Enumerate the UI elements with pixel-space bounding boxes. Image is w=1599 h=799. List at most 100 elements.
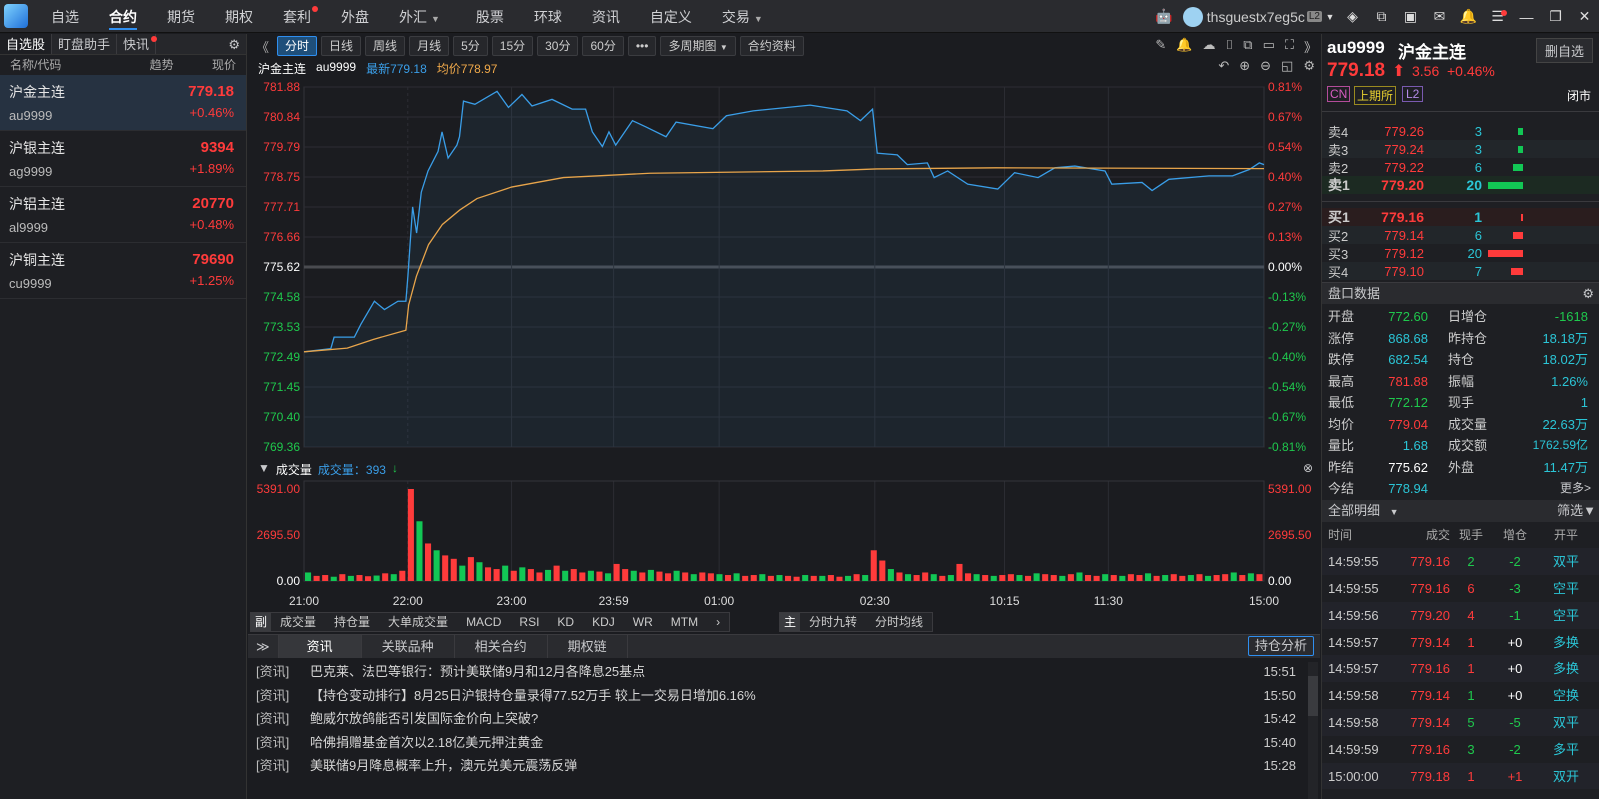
- collapse-left-icon[interactable]: 《: [256, 37, 269, 56]
- news-item[interactable]: [资讯] 美联储9月降息概率上升，澳元兑美元震荡反弹 15:28: [256, 754, 1296, 777]
- ind-large-volume[interactable]: 大单成交量: [379, 613, 457, 631]
- more-periods-button[interactable]: •••: [627, 36, 657, 56]
- nav-futures[interactable]: 期货: [152, 0, 210, 33]
- ind-mtm[interactable]: MTM: [662, 613, 707, 631]
- period-intraday[interactable]: 分时: [277, 36, 318, 56]
- news-title[interactable]: 巴克莱、法巴等银行：预计美联储9月和12月各降息25基点: [310, 660, 1263, 683]
- undo-icon[interactable]: ↶: [1218, 58, 1229, 74]
- ind-macd[interactable]: MACD: [457, 613, 510, 631]
- nav-stocks[interactable]: 股票: [461, 0, 519, 33]
- mail-icon[interactable]: ✉: [1425, 8, 1454, 25]
- position-analysis-button[interactable]: 持仓分析: [1247, 636, 1314, 656]
- nav-forex[interactable]: 外汇 ▼: [384, 0, 455, 33]
- expand-right-icon[interactable]: 》: [1304, 37, 1317, 56]
- nav-global[interactable]: 环球: [519, 0, 577, 33]
- username[interactable]: thsguestx7eg5c: [1205, 9, 1307, 25]
- ind-avg-line[interactable]: 分时均线: [866, 613, 932, 631]
- fullscreen-icon[interactable]: ⛶: [1285, 37, 1294, 56]
- tv-icon[interactable]: ▣: [1396, 8, 1425, 25]
- contract-info-button[interactable]: 合约资料: [739, 36, 804, 56]
- period-daily[interactable]: 日线: [321, 36, 362, 56]
- ind-open-interest[interactable]: 持仓量: [325, 613, 379, 631]
- popout-icon[interactable]: ⧉: [1367, 8, 1396, 25]
- col-price[interactable]: 现价: [212, 55, 236, 75]
- minimize-icon[interactable]: —: [1512, 9, 1541, 25]
- filter-button[interactable]: 筛选▼: [1557, 500, 1596, 522]
- close-icon[interactable]: ✕: [1570, 8, 1599, 25]
- close-pane-icon[interactable]: ⊗: [1303, 461, 1313, 475]
- copy-icon[interactable]: ⧉: [1243, 37, 1252, 56]
- user-avatar[interactable]: [1181, 6, 1205, 27]
- list-item[interactable]: 沪银主连 ag9999 9394 +1.89%: [0, 131, 246, 187]
- volume-bar: [1007, 574, 1014, 581]
- chevron-down-icon[interactable]: ▼: [1390, 507, 1399, 517]
- collapse-icon[interactable]: ≫: [248, 635, 279, 658]
- ind-kdj[interactable]: KDJ: [583, 613, 624, 631]
- draw-icon[interactable]: ✎: [1155, 37, 1166, 56]
- news-item[interactable]: [资讯] 【持仓变动排行】8月25日沪银持仓量录得77.52万手 较上一交易日增加…: [256, 684, 1296, 707]
- collapse-volume-icon[interactable]: ▼: [258, 461, 270, 478]
- nav-contracts[interactable]: 合约: [94, 0, 152, 33]
- news-title[interactable]: 【持仓变动排行】8月25日沪银持仓量录得77.52万手 较上一交易日增加6.16…: [310, 684, 1263, 707]
- news-item[interactable]: [资讯] 鲍威尔放鸽能否引发国际金价向上突破? 15:42: [256, 707, 1296, 730]
- stats-settings-icon[interactable]: ⚙: [1582, 283, 1594, 304]
- nav-news[interactable]: 资讯: [577, 0, 635, 33]
- period-60min[interactable]: 60分: [582, 36, 624, 56]
- intraday-chart[interactable]: 781.88 0.81% 780.84 0.67% 779.79 0.54% 778.75 0…: [248, 78, 1320, 610]
- news-title[interactable]: 美联储9月降息概率上升，澳元兑美元震荡反弹: [310, 754, 1263, 777]
- ind-volume[interactable]: 成交量: [271, 613, 325, 631]
- period-30min[interactable]: 30分: [537, 36, 579, 56]
- nav-watchlist[interactable]: 自选: [36, 0, 94, 33]
- nav-custom[interactable]: 自定义: [635, 0, 707, 33]
- zoom-in-icon[interactable]: ⊕: [1239, 58, 1250, 74]
- tab-flash[interactable]: 快讯: [117, 34, 158, 54]
- chart-settings-icon[interactable]: ⚙: [1303, 58, 1315, 74]
- cloud-icon[interactable]: ☁: [1202, 37, 1215, 56]
- multi-period-dropdown[interactable]: 多周期图 ▼: [660, 36, 736, 56]
- tab-option-chain[interactable]: 期权链: [548, 635, 628, 658]
- period-5min[interactable]: 5分: [453, 36, 488, 56]
- more-link[interactable]: 更多>: [1560, 478, 1591, 500]
- tab-watchlist[interactable]: 自选股: [0, 34, 53, 54]
- settings-icon[interactable]: ⚙: [222, 34, 246, 54]
- list-item[interactable]: 沪金主连 au9999 779.18 +0.46%: [0, 75, 246, 131]
- news-title[interactable]: 鲍威尔放鸽能否引发国际金价向上突破?: [310, 707, 1263, 730]
- period-monthly[interactable]: 月线: [409, 36, 450, 56]
- layers-icon[interactable]: ◈: [1338, 8, 1367, 25]
- news-item[interactable]: [资讯] 巴克莱、法巴等银行：预计美联储9月和12月各降息25基点 15:51: [256, 660, 1296, 683]
- nav-foreign-market[interactable]: 外盘: [326, 0, 384, 33]
- col-name-code[interactable]: 名称/代码: [10, 55, 61, 75]
- news-title[interactable]: 哈佛捐赠基金首次以2.18亿美元押注黄金: [310, 731, 1263, 754]
- zoom-out-icon[interactable]: ⊖: [1260, 58, 1271, 74]
- chevron-down-icon[interactable]: ▼: [1322, 12, 1338, 22]
- nav-options[interactable]: 期权: [210, 0, 268, 33]
- remove-watchlist-button[interactable]: 删自选: [1535, 38, 1593, 63]
- camera-icon[interactable]: ⌷: [1225, 37, 1233, 56]
- list-item[interactable]: 沪铝主连 al9999 20770 +0.48%: [0, 187, 246, 243]
- tab-related-contracts[interactable]: 相关合约: [455, 635, 548, 658]
- tab-news[interactable]: 资讯: [278, 635, 362, 658]
- ticks-title[interactable]: 全部明细: [1328, 503, 1380, 518]
- nav-arbitrage[interactable]: 套利: [268, 0, 326, 33]
- ind-wr[interactable]: WR: [624, 613, 662, 631]
- news-scrollbar[interactable]: [1308, 662, 1318, 799]
- tab-monitor[interactable]: 盯盘助手: [52, 34, 118, 54]
- restore-icon[interactable]: ❐: [1541, 8, 1570, 25]
- list-item[interactable]: 沪铜主连 cu9999 79690 +1.25%: [0, 243, 246, 299]
- ind-nine-turn[interactable]: 分时九转: [800, 613, 866, 631]
- nav-trade[interactable]: 交易 ▼: [707, 0, 778, 33]
- tab-related[interactable]: 关联品种: [362, 635, 455, 658]
- alert-icon[interactable]: 🔔: [1176, 37, 1192, 56]
- col-trend[interactable]: 趋势: [150, 55, 174, 75]
- ind-kd[interactable]: KD: [548, 613, 583, 631]
- period-weekly[interactable]: 周线: [365, 36, 406, 56]
- news-item[interactable]: [资讯] 哈佛捐赠基金首次以2.18亿美元押注黄金 15:40: [256, 731, 1296, 754]
- ind-rsi[interactable]: RSI: [510, 613, 548, 631]
- robot-assistant-icon[interactable]: 🤖: [1147, 8, 1181, 25]
- monitor-icon[interactable]: ▭: [1263, 37, 1275, 56]
- bell-icon[interactable]: 🔔: [1454, 8, 1483, 25]
- chevron-right-icon[interactable]: ›: [707, 613, 729, 631]
- layout-icon[interactable]: ◱: [1281, 58, 1293, 74]
- menu-icon[interactable]: ☰: [1483, 8, 1512, 25]
- period-15min[interactable]: 15分: [491, 36, 534, 56]
